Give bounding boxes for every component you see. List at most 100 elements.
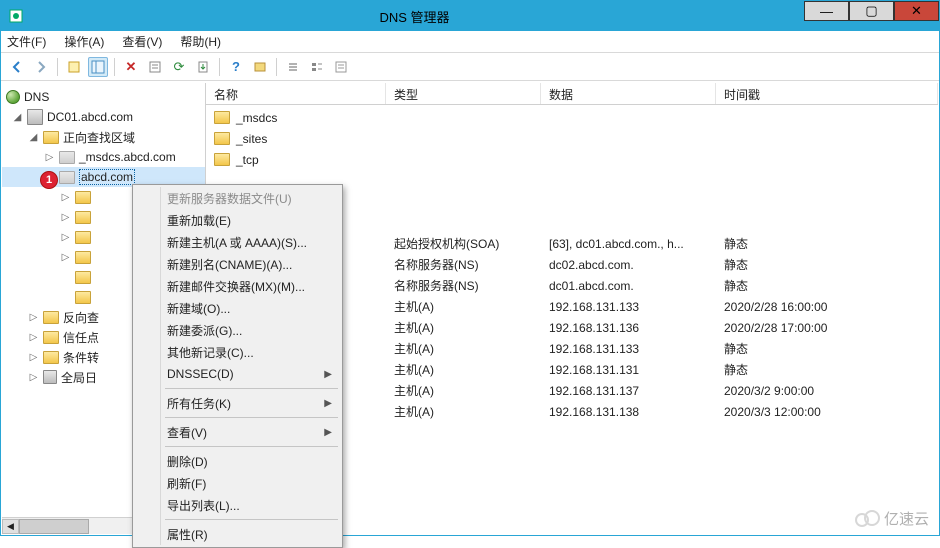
expand-icon[interactable]: ▷ — [60, 232, 71, 243]
forward-button[interactable] — [31, 57, 51, 77]
col-data[interactable]: 数据 — [541, 83, 716, 104]
cell-ts: 静态 — [716, 256, 938, 273]
menu-view[interactable]: 查看(V) — [122, 33, 162, 50]
submenu-arrow-icon: ▶ — [324, 398, 332, 409]
submenu-arrow-icon: ▶ — [324, 369, 332, 380]
separator — [276, 58, 277, 76]
menu-view[interactable]: 查看(V)▶ — [135, 421, 340, 443]
collapse-icon[interactable]: ◢ — [28, 132, 39, 143]
tree-rev-label: 反向查 — [63, 309, 99, 326]
scroll-thumb[interactable] — [19, 519, 89, 534]
tree-mode-icon[interactable] — [88, 57, 108, 77]
expand-icon[interactable]: ▷ — [28, 312, 39, 323]
maximize-button[interactable]: ▢ — [849, 1, 894, 21]
cell-type: 主机(A) — [386, 298, 541, 315]
folder-icon — [75, 231, 91, 244]
refresh-icon[interactable]: ⟳ — [169, 57, 189, 77]
expand-icon[interactable]: ▷ — [28, 372, 39, 383]
menu-properties[interactable]: 属性(R) — [135, 523, 340, 545]
tree-fwd-label: 正向查找区域 — [63, 129, 135, 146]
expand-icon[interactable]: ▷ — [28, 352, 39, 363]
expand-icon[interactable]: ▷ — [28, 332, 39, 343]
expand-icon[interactable] — [60, 272, 71, 283]
tree-root-label: DNS — [24, 90, 49, 104]
folder-icon — [214, 132, 230, 145]
delete-icon[interactable]: ✕ — [121, 57, 141, 77]
separator — [219, 58, 220, 76]
back-button[interactable] — [7, 57, 27, 77]
folder-icon — [75, 271, 91, 284]
cell-data: 192.168.131.136 — [541, 321, 716, 335]
cell-ts: 2020/3/3 12:00:00 — [716, 405, 938, 419]
minimize-button[interactable]: — — [804, 1, 849, 21]
window-buttons: — ▢ ✕ — [804, 11, 939, 21]
menu-reload[interactable]: 重新加载(E) — [135, 209, 340, 231]
watermark: 亿速云 — [854, 508, 929, 529]
filter-icon[interactable] — [331, 57, 351, 77]
menu-new-domain[interactable]: 新建域(O)... — [135, 297, 340, 319]
separator — [57, 58, 58, 76]
properties-icon[interactable] — [145, 57, 165, 77]
menu-refresh[interactable]: 刷新(F) — [135, 472, 340, 494]
cell-name: _msdcs — [206, 111, 386, 125]
cell-data: dc02.abcd.com. — [541, 258, 716, 272]
menu-all-tasks[interactable]: 所有任务(K)▶ — [135, 392, 340, 414]
new-window-icon[interactable] — [64, 57, 84, 77]
menu-action[interactable]: 操作(A) — [64, 33, 104, 50]
tree-root[interactable]: DNS — [2, 87, 205, 107]
collapse-icon[interactable]: ◢ — [12, 112, 23, 123]
menu-file[interactable]: 文件(F) — [7, 33, 46, 50]
menu-dnssec[interactable]: DNSSEC(D)▶ — [135, 363, 340, 385]
menu-update-file: 更新服务器数据文件(U) — [135, 187, 340, 209]
help-icon[interactable]: ? — [226, 57, 246, 77]
cell-ts: 静态 — [716, 277, 938, 294]
cell-data: 192.168.131.133 — [541, 342, 716, 356]
menu-new-host[interactable]: 新建主机(A 或 AAAA)(S)... — [135, 231, 340, 253]
cell-type: 主机(A) — [386, 403, 541, 420]
cell-ts: 静态 — [716, 361, 938, 378]
expand-icon[interactable]: ▷ — [44, 152, 55, 163]
expand-icon[interactable]: ▷ — [60, 212, 71, 223]
tree-trust-label: 信任点 — [63, 329, 99, 346]
menu-new-deleg[interactable]: 新建委派(G)... — [135, 319, 340, 341]
window: DNS 管理器 — ▢ ✕ 文件(F) 操作(A) 查看(V) 帮助(H) ✕ … — [0, 0, 940, 536]
expand-icon[interactable]: ▷ — [60, 192, 71, 203]
expand-icon[interactable]: ▷ — [60, 252, 71, 263]
cell-data: [63], dc01.abcd.com., h... — [541, 237, 716, 251]
cell-data: 192.168.131.138 — [541, 405, 716, 419]
scroll-left-icon[interactable]: ◀ — [2, 519, 19, 534]
menu-export[interactable]: 导出列表(L)... — [135, 494, 340, 516]
tree-fwd-zone[interactable]: ◢ 正向查找区域 — [2, 127, 205, 147]
folder-icon — [43, 311, 59, 324]
col-type[interactable]: 类型 — [386, 83, 541, 104]
col-ts[interactable]: 时间戳 — [716, 83, 938, 104]
table-row[interactable]: _sites — [206, 128, 938, 149]
cell-ts: 静态 — [716, 340, 938, 357]
close-button[interactable]: ✕ — [894, 1, 939, 21]
cell-type: 主机(A) — [386, 340, 541, 357]
menu-new-mx[interactable]: 新建邮件交换器(MX)(M)... — [135, 275, 340, 297]
detail-icon[interactable] — [307, 57, 327, 77]
tree-server[interactable]: ◢ DC01.abcd.com — [2, 107, 205, 127]
menu-other-records[interactable]: 其他新记录(C)... — [135, 341, 340, 363]
expand-icon[interactable] — [60, 292, 71, 303]
menu-new-cname[interactable]: 新建别名(CNAME)(A)... — [135, 253, 340, 275]
table-row[interactable]: _tcp — [206, 149, 938, 170]
folder-icon — [43, 131, 59, 144]
menu-help[interactable]: 帮助(H) — [180, 33, 221, 50]
cell-data: 192.168.131.133 — [541, 300, 716, 314]
action-icon[interactable] — [250, 57, 270, 77]
col-name[interactable]: 名称 — [206, 83, 386, 104]
cell-data: 192.168.131.131 — [541, 363, 716, 377]
list-icon[interactable] — [283, 57, 303, 77]
menu-delete[interactable]: 删除(D) — [135, 450, 340, 472]
folder-icon — [59, 171, 75, 184]
export-icon[interactable] — [193, 57, 213, 77]
table-row[interactable]: _msdcs — [206, 107, 938, 128]
tree-msdcs-label: _msdcs.abcd.com — [79, 150, 176, 164]
cell-type: 主机(A) — [386, 382, 541, 399]
tree-msdcs[interactable]: ▷ _msdcs.abcd.com — [2, 147, 205, 167]
row-name-label: _sites — [236, 132, 267, 146]
cell-data: 192.168.131.137 — [541, 384, 716, 398]
folder-icon — [43, 351, 59, 364]
